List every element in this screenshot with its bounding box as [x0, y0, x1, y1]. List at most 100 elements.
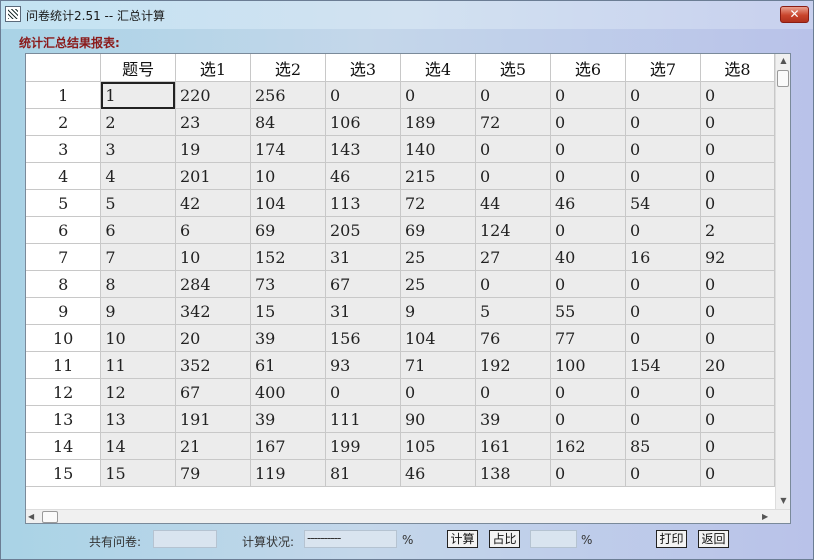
table-cell[interactable]: 220	[175, 81, 251, 109]
table-cell[interactable]: 0	[475, 378, 551, 406]
table-cell[interactable]: 174	[250, 135, 326, 163]
table-cell[interactable]: 15	[100, 459, 176, 487]
table-cell[interactable]: 10	[250, 162, 326, 190]
row-header[interactable]: 1	[26, 81, 102, 109]
table-cell[interactable]: 12	[100, 378, 176, 406]
table-cell[interactable]: 20	[700, 351, 775, 379]
table-cell[interactable]: 0	[700, 432, 775, 460]
scroll-right-icon[interactable]: ▶	[762, 510, 774, 523]
column-header[interactable]: 选3	[325, 54, 401, 82]
table-cell[interactable]: 0	[325, 81, 401, 109]
column-header[interactable]: 选7	[625, 54, 701, 82]
row-header[interactable]: 2	[26, 108, 102, 136]
table-cell[interactable]: 0	[550, 108, 626, 136]
table-cell[interactable]: 71	[400, 351, 476, 379]
horizontal-scrollbar[interactable]: ◀ ▶	[26, 509, 790, 523]
table-cell[interactable]: 167	[250, 432, 326, 460]
column-header[interactable]: 选2	[250, 54, 326, 82]
table-cell[interactable]: 201	[175, 162, 251, 190]
table-cell[interactable]: 111	[325, 405, 401, 433]
table-cell[interactable]: 105	[400, 432, 476, 460]
column-header[interactable]: 选8	[700, 54, 775, 82]
table-cell[interactable]: 400	[250, 378, 326, 406]
column-header[interactable]: 选6	[550, 54, 626, 82]
table-cell[interactable]: 106	[325, 108, 401, 136]
table-cell[interactable]: 9	[400, 297, 476, 325]
row-header[interactable]: 15	[26, 459, 102, 487]
table-cell[interactable]: 79	[175, 459, 251, 487]
table-cell[interactable]: 0	[625, 324, 701, 352]
table-cell[interactable]: 69	[400, 216, 476, 244]
table-cell[interactable]: 0	[700, 81, 775, 109]
table-cell[interactable]: 54	[625, 189, 701, 217]
table-cell[interactable]: 119	[250, 459, 326, 487]
table-cell[interactable]: 0	[550, 405, 626, 433]
print-button[interactable]: 打印	[656, 530, 687, 548]
table-cell[interactable]: 0	[475, 270, 551, 298]
table-cell[interactable]: 93	[325, 351, 401, 379]
table-cell[interactable]: 14	[100, 432, 176, 460]
table-cell[interactable]: 77	[550, 324, 626, 352]
scroll-left-icon[interactable]: ◀	[28, 510, 40, 523]
table-cell[interactable]: 0	[700, 162, 775, 190]
table-cell[interactable]: 113	[325, 189, 401, 217]
row-header[interactable]: 14	[26, 432, 102, 460]
table-cell[interactable]: 100	[550, 351, 626, 379]
corner-header[interactable]	[26, 54, 102, 82]
column-header[interactable]: 选1	[175, 54, 251, 82]
table-cell[interactable]: 0	[700, 297, 775, 325]
table-cell[interactable]: 16	[625, 243, 701, 271]
table-cell[interactable]: 40	[550, 243, 626, 271]
vertical-scrollbar[interactable]: ▲ ▼	[775, 54, 790, 509]
scroll-down-icon[interactable]: ▼	[776, 494, 790, 508]
table-cell[interactable]: 8	[100, 270, 176, 298]
row-header[interactable]: 7	[26, 243, 102, 271]
table-cell[interactable]: 0	[625, 378, 701, 406]
table-cell[interactable]: 31	[325, 297, 401, 325]
table-cell[interactable]: 85	[625, 432, 701, 460]
table-cell[interactable]: 0	[325, 378, 401, 406]
table-cell[interactable]: 0	[625, 81, 701, 109]
table-cell[interactable]: 10	[100, 324, 176, 352]
table-cell[interactable]: 0	[400, 81, 476, 109]
table-cell[interactable]: 191	[175, 405, 251, 433]
table-cell[interactable]: 72	[475, 108, 551, 136]
column-header[interactable]: 选5	[475, 54, 551, 82]
table-cell[interactable]: 0	[625, 459, 701, 487]
row-header[interactable]: 10	[26, 324, 102, 352]
table-cell[interactable]: 73	[250, 270, 326, 298]
table-cell[interactable]: 162	[550, 432, 626, 460]
table-cell[interactable]: 90	[400, 405, 476, 433]
table-cell[interactable]: 0	[700, 459, 775, 487]
table-cell[interactable]: 19	[175, 135, 251, 163]
table-cell[interactable]: 284	[175, 270, 251, 298]
table-cell[interactable]: 104	[400, 324, 476, 352]
scroll-up-icon[interactable]: ▲	[776, 54, 790, 68]
table-cell[interactable]: 46	[550, 189, 626, 217]
table-cell[interactable]: 124	[475, 216, 551, 244]
vertical-scroll-thumb[interactable]	[777, 70, 789, 87]
table-cell[interactable]: 5	[100, 189, 176, 217]
row-header[interactable]: 11	[26, 351, 102, 379]
table-cell[interactable]: 0	[700, 324, 775, 352]
table-cell[interactable]: 215	[400, 162, 476, 190]
table-cell[interactable]: 1	[100, 81, 176, 109]
back-button[interactable]: 返回	[698, 530, 729, 548]
share-button[interactable]: 占比	[489, 530, 520, 548]
table-cell[interactable]: 69	[250, 216, 326, 244]
table-cell[interactable]: 84	[250, 108, 326, 136]
table-cell[interactable]: 39	[250, 324, 326, 352]
total-questionnaires-field[interactable]	[153, 530, 217, 548]
table-cell[interactable]: 2	[100, 108, 176, 136]
table-cell[interactable]: 46	[400, 459, 476, 487]
table-cell[interactable]: 0	[400, 378, 476, 406]
table-cell[interactable]: 7	[100, 243, 176, 271]
table-cell[interactable]: 0	[550, 162, 626, 190]
table-cell[interactable]: 23	[175, 108, 251, 136]
table-cell[interactable]: 0	[625, 216, 701, 244]
table-cell[interactable]: 11	[100, 351, 176, 379]
table-cell[interactable]: 0	[550, 81, 626, 109]
table-cell[interactable]: 205	[325, 216, 401, 244]
table-cell[interactable]: 199	[325, 432, 401, 460]
table-cell[interactable]: 31	[325, 243, 401, 271]
